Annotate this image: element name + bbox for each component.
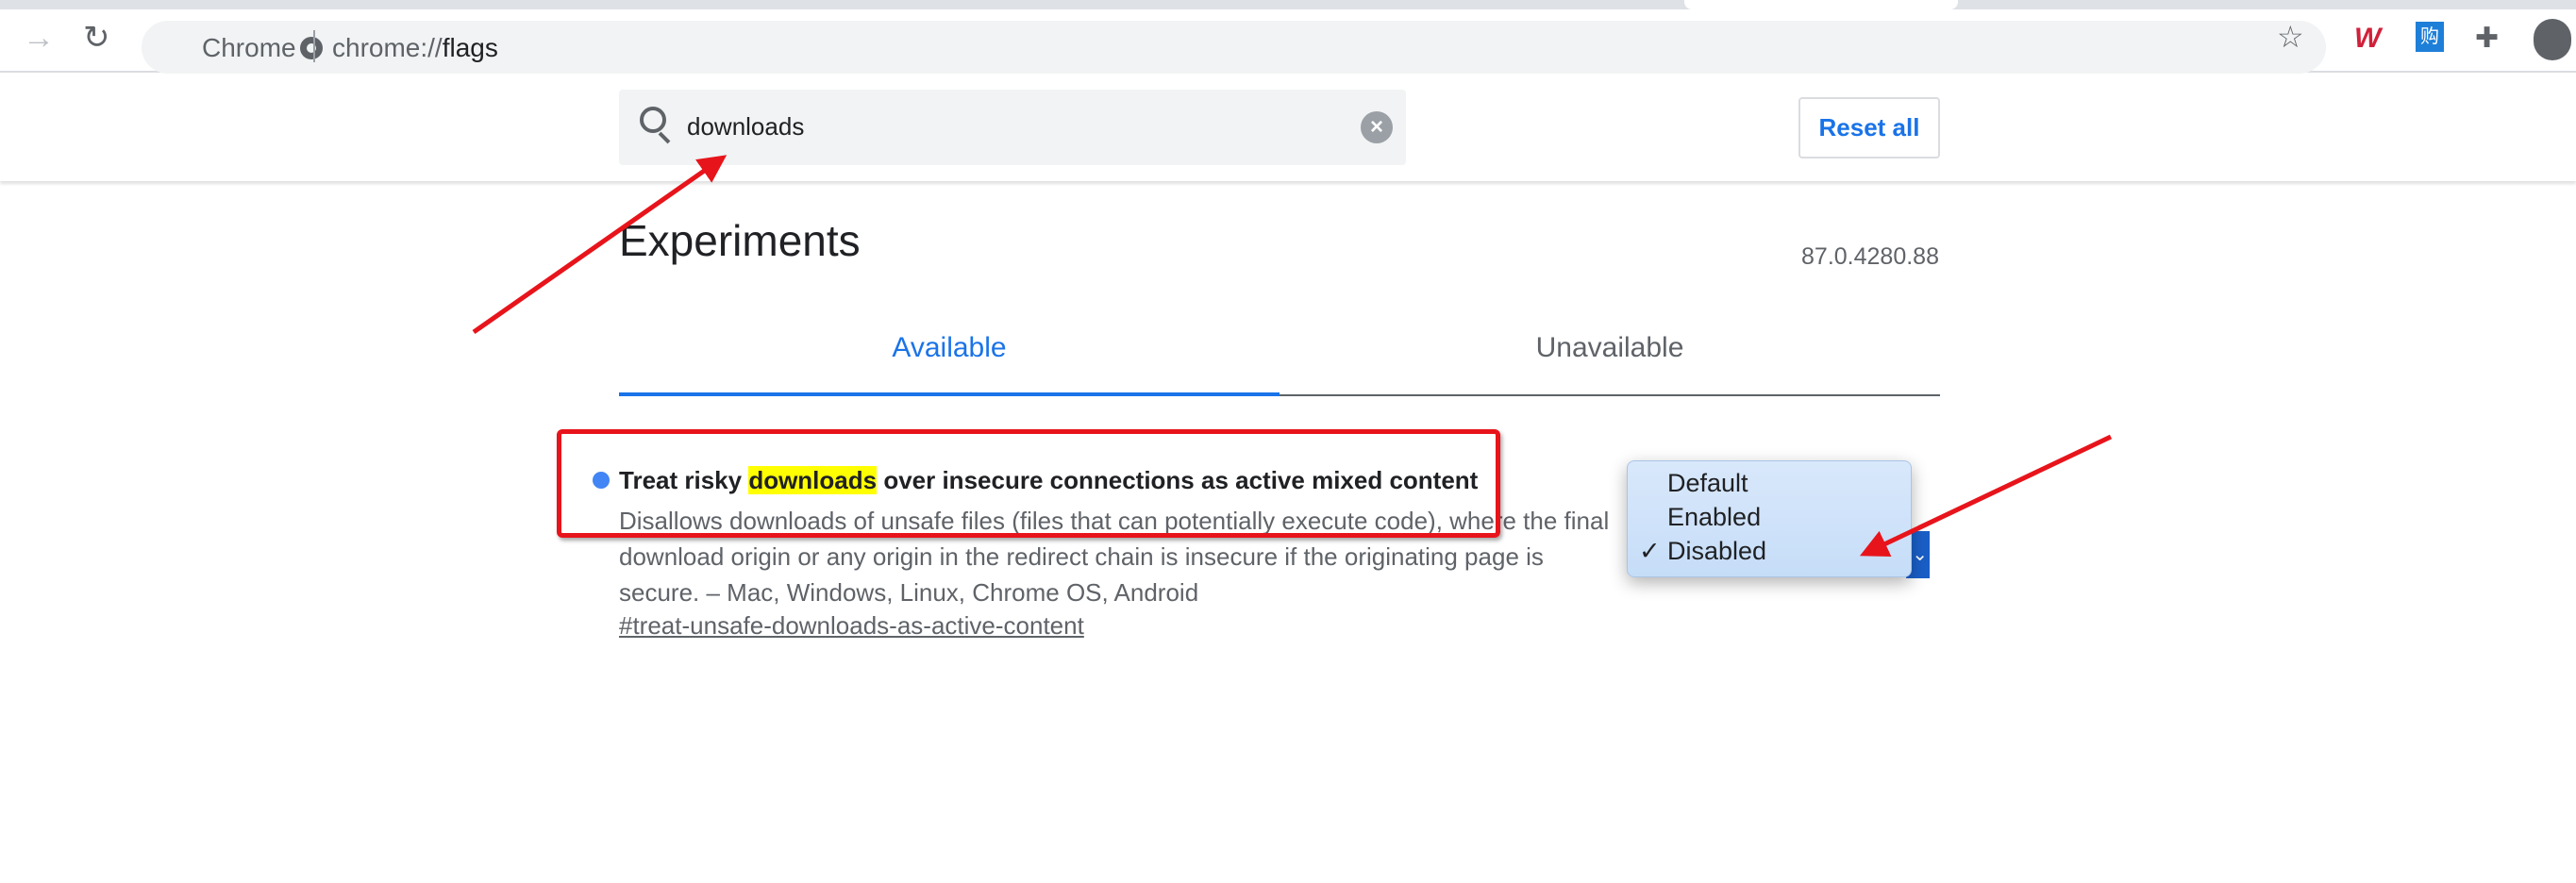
annotation-arrows [472,155,2113,557]
annotation-arrow-dropdown [1859,434,2113,557]
annotation-arrow-search [472,155,728,335]
